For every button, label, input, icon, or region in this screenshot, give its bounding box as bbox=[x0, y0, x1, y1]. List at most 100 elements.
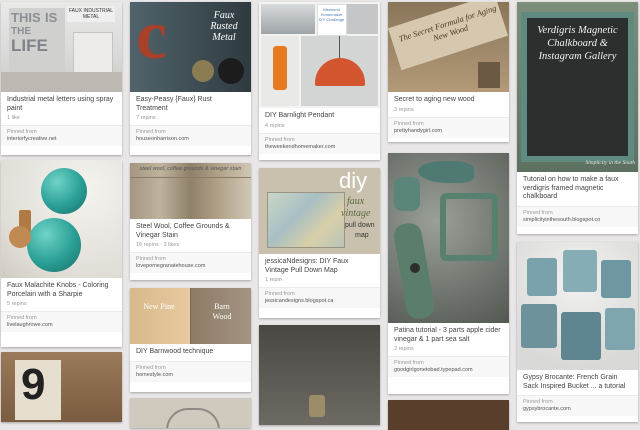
pin-card[interactable]: THIS IS THE LIFE FAUX INDUSTRIAL METAL I… bbox=[1, 2, 122, 155]
pin-image[interactable] bbox=[388, 153, 509, 323]
pin-image[interactable] bbox=[130, 398, 251, 428]
pin-image[interactable]: steel wool, coffee grounds & vinegar sta… bbox=[130, 163, 251, 219]
pin-stats: 16 repins · 3 likes bbox=[136, 242, 180, 249]
rusted-ball bbox=[192, 60, 214, 82]
pin-image[interactable]: diy faux vintage pull down map bbox=[259, 168, 380, 254]
pin-source[interactable]: Pinned from theweekendhomemaker.com bbox=[259, 132, 380, 154]
source-link[interactable]: lovepomegranatehouse.com bbox=[136, 263, 245, 269]
pin-description[interactable]: jessicaNdesigns: DIY Faux Vintage Pull D… bbox=[259, 258, 380, 275]
pin-image[interactable]: Weekend Homemaker DIY Challenge bbox=[259, 2, 380, 108]
source-link[interactable]: interiorfycreative.net bbox=[7, 136, 116, 142]
pin-card[interactable]: diy faux vintage pull down map jessicaNd… bbox=[259, 168, 380, 318]
pin-image[interactable] bbox=[259, 325, 380, 425]
spray-can bbox=[273, 46, 287, 90]
pin-image[interactable]: c Faux Rusted Metal bbox=[130, 2, 251, 92]
pin-card[interactable]: New Pine Barn Wood DIY Barnwood techniqu… bbox=[130, 288, 251, 392]
pin-image[interactable]: New Pine Barn Wood bbox=[130, 288, 251, 344]
pinned-from-label: Pinned from bbox=[265, 291, 295, 298]
black-ball bbox=[218, 58, 244, 84]
pin-image[interactable]: The Secret Formula for Aging New Wood bbox=[388, 2, 509, 92]
pinned-from-label: Pinned from bbox=[523, 209, 553, 216]
pin-stats: 7 repins bbox=[136, 115, 156, 122]
pendant-shade bbox=[315, 58, 365, 86]
malachite-knob-bottom bbox=[27, 218, 81, 272]
pin-description[interactable]: DIY Barnlight Pendant bbox=[259, 112, 380, 121]
pin-description[interactable]: Easy-Peasy {Faux} Rust Treatment bbox=[130, 96, 251, 113]
overlay-diy: diy bbox=[339, 168, 368, 193]
overlay-tag: FAUX INDUSTRIAL METAL bbox=[67, 6, 115, 22]
bucket bbox=[561, 312, 601, 360]
overlay-line-faux: faux bbox=[347, 196, 365, 207]
overlay-label-barn: Barn Wood bbox=[212, 302, 232, 321]
patina-frame bbox=[440, 193, 498, 261]
pendant-cord bbox=[339, 36, 340, 58]
pin-card[interactable]: Gypsy Brocante: French Grain Sack Inspir… bbox=[517, 242, 638, 422]
pin-card[interactable]: c Faux Rusted Metal Easy-Peasy {Faux} Ru… bbox=[130, 2, 251, 155]
pin-description[interactable]: Industrial metal letters using spray pai… bbox=[1, 96, 122, 113]
pin-source[interactable]: Pinned from homestyle.com bbox=[130, 360, 251, 382]
patina-bird bbox=[418, 161, 474, 183]
overlay-number: 9 bbox=[21, 360, 46, 409]
overlay-letter: c bbox=[136, 2, 168, 74]
pin-image[interactable]: 9 bbox=[1, 352, 122, 422]
pin-card[interactable]: Weekend Homemaker DIY Challenge DIY Barn… bbox=[259, 2, 380, 160]
pinned-from-label: Pinned from bbox=[136, 364, 166, 371]
overlay-line-map: map bbox=[355, 232, 369, 239]
source-link[interactable]: houseonharrison.com bbox=[136, 136, 245, 142]
source-link[interactable]: jessicandesigns.blogspot.ca bbox=[265, 298, 374, 304]
pin-card[interactable]: The Secret Formula for Aging New Wood Se… bbox=[388, 2, 509, 142]
keyhole bbox=[410, 263, 420, 273]
pin-card[interactable]: Verdigris Magnetic Chalkboard & Instagra… bbox=[517, 2, 638, 234]
pinned-from-label: Pinned from bbox=[523, 399, 553, 406]
pin-description[interactable]: Patina tutorial - 3 parts apple cider vi… bbox=[388, 327, 509, 344]
bucket bbox=[527, 258, 557, 296]
pin-card[interactable]: Patina tutorial - 3 parts apple cider vi… bbox=[388, 153, 509, 394]
pin-description[interactable]: Faux Malachite Knobs - Coloring Porcelai… bbox=[1, 282, 122, 299]
pin-source[interactable]: Pinned from prettyhandygirl.com bbox=[388, 116, 509, 138]
pin-card[interactable]: 9 bbox=[1, 352, 122, 422]
pin-image[interactable]: Verdigris Magnetic Chalkboard & Instagra… bbox=[517, 2, 638, 172]
door-handle bbox=[309, 395, 325, 417]
pin-source[interactable]: Pinned from houseonharrison.com bbox=[130, 125, 251, 147]
pinned-from-label: Pinned from bbox=[136, 129, 166, 136]
vintage-map bbox=[267, 192, 345, 248]
pin-image[interactable] bbox=[388, 400, 509, 430]
pin-card[interactable]: steel wool, coffee grounds & vinegar sta… bbox=[130, 163, 251, 280]
pin-description[interactable]: Steel Wool, Coffee Grounds & Vinegar Sta… bbox=[130, 223, 251, 240]
overlay-tag: Weekend Homemaker DIY Challenge bbox=[318, 7, 345, 22]
pin-description[interactable]: Gypsy Brocante: French Grain Sack Inspir… bbox=[517, 374, 638, 391]
overlay-title: Verdigris Magnetic Chalkboard & Instagra… bbox=[537, 25, 618, 62]
pin-source[interactable]: Pinned from goodgirlgonetobad.typepad.co… bbox=[388, 356, 509, 378]
source-link[interactable]: theweekendhomemaker.com bbox=[265, 144, 374, 150]
source-link[interactable]: livelaughrowe.com bbox=[7, 322, 116, 328]
pin-image[interactable]: THIS IS THE LIFE FAUX INDUSTRIAL METAL bbox=[1, 2, 122, 92]
pin-description[interactable]: DIY Barnwood technique bbox=[130, 348, 251, 357]
pin-image[interactable] bbox=[1, 160, 122, 278]
pin-source[interactable]: Pinned from simplicityinthesouth.blogspo… bbox=[517, 205, 638, 227]
pin-image[interactable] bbox=[517, 242, 638, 370]
source-link[interactable]: prettyhandygirl.com bbox=[394, 128, 503, 134]
pin-description[interactable]: Tutorial on how to make a faux verdigris… bbox=[517, 176, 638, 202]
pin-card[interactable] bbox=[388, 400, 509, 430]
pin-source[interactable]: Pinned from jessicandesigns.blogspot.ca bbox=[259, 287, 380, 309]
overlay-word-is: IS bbox=[45, 10, 58, 25]
thumb-spraypaint bbox=[261, 36, 299, 106]
overlay-line-pulldown: pull down bbox=[345, 222, 375, 229]
source-link[interactable]: simplicityinthesouth.blogspot.co bbox=[523, 217, 632, 223]
pin-card[interactable] bbox=[259, 325, 380, 425]
source-link[interactable]: goodgirlgonetobad.typepad.com bbox=[394, 367, 503, 373]
bucket bbox=[521, 304, 557, 348]
pin-description[interactable]: Secret to aging new wood bbox=[388, 96, 509, 105]
thumb-fixture bbox=[347, 4, 378, 34]
source-link[interactable]: homestyle.com bbox=[136, 372, 245, 378]
source-link[interactable]: gypsybrocante.com bbox=[523, 406, 632, 412]
pin-source[interactable]: Pinned from gypsybrocante.com bbox=[517, 395, 638, 417]
stain-jar bbox=[478, 62, 500, 88]
pin-card[interactable]: Faux Malachite Knobs - Coloring Porcelai… bbox=[1, 160, 122, 347]
bucket bbox=[605, 308, 635, 350]
new-pine-board bbox=[130, 288, 190, 344]
pin-source[interactable]: Pinned from livelaughrowe.com bbox=[1, 311, 122, 333]
pin-source[interactable]: Pinned from lovepomegranatehouse.com bbox=[130, 252, 251, 274]
pin-source[interactable]: Pinned from interiorfycreative.net bbox=[1, 125, 122, 147]
pin-card[interactable] bbox=[130, 398, 251, 428]
